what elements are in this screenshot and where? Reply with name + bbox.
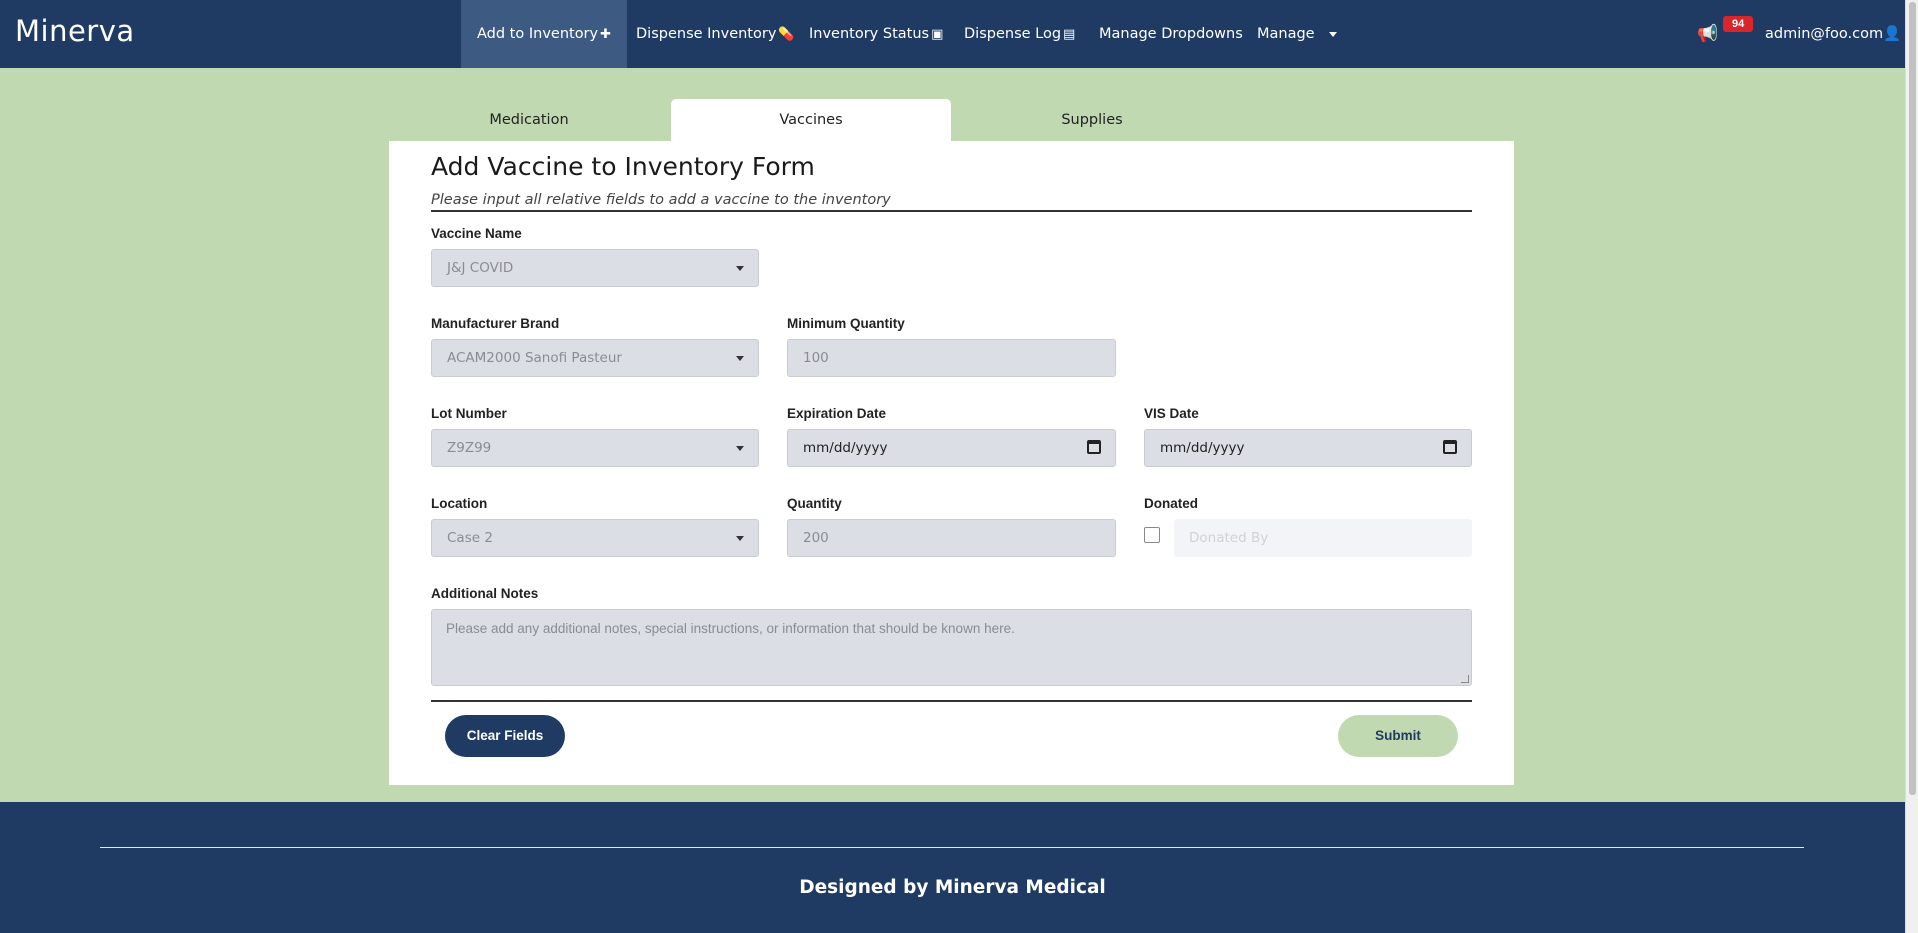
nav-inventory-status[interactable]: Inventory Status ▣ [793,0,959,68]
top-navbar: Minerva Add to Inventory ✚ Dispense Inven… [0,0,1905,68]
location-select[interactable]: Case 2 [431,519,759,557]
manufacturer-brand-value: ACAM2000 Sanofi Pasteur [447,350,622,366]
archive-icon: ▣ [931,27,944,42]
vaccine-name-select[interactable]: J&J COVID [431,249,759,287]
donated-checkbox[interactable] [1144,527,1160,543]
manufacturer-brand-label: Manufacturer Brand [431,316,560,331]
form-divider-top [431,210,1472,212]
user-email: admin@foo.com [1765,26,1884,42]
donated-by-input[interactable]: Donated By [1174,519,1472,557]
minimum-quantity-label: Minimum Quantity [787,316,905,331]
plus-icon: ✚ [600,27,612,42]
chevron-down-icon [1328,31,1337,37]
chevron-down-icon [736,356,744,361]
chevron-down-icon [736,536,744,541]
expiration-date-input[interactable]: mm/dd/yyyy [787,429,1116,467]
form-divider-bottom [431,700,1472,702]
additional-notes-textarea[interactable]: Please add any additional notes, special… [431,609,1472,686]
calendar-icon[interactable] [1443,440,1457,454]
lot-number-label: Lot Number [431,406,507,421]
expiration-date-label: Expiration Date [787,406,887,421]
additional-notes-label: Additional Notes [431,586,539,601]
page-scrollbar[interactable] [1905,0,1918,933]
vaccine-form-card: Add Vaccine to Inventory Form Please inp… [389,141,1514,785]
chevron-down-icon [736,446,744,451]
quantity-input[interactable]: 200 [787,519,1116,557]
nav-manage-label: Manage [1257,26,1315,42]
footer-credit: Designed by Minerva Medical [799,877,1106,898]
book-icon: ▤ [1063,27,1076,42]
lot-number-select[interactable]: Z9Z99 [431,429,759,467]
nav-manage-dropdowns[interactable]: Manage Dropdowns [1083,0,1259,68]
vis-date-label: VIS Date [1144,406,1199,421]
submit-button[interactable]: Submit [1338,715,1458,757]
nav-inventory-status-label: Inventory Status [809,26,930,42]
user-menu[interactable]: admin@foo.com👤 [1765,0,1901,68]
quantity-label: Quantity [787,496,842,511]
tab-supplies[interactable]: Supplies [952,99,1232,142]
vaccine-name-value: J&J COVID [447,260,514,276]
minimum-quantity-input[interactable]: 100 [787,339,1116,377]
megaphone-icon[interactable]: 📢 [1697,24,1718,44]
clear-fields-button[interactable]: Clear Fields [445,715,565,757]
footer-divider [100,847,1804,848]
scrollbar-thumb[interactable] [1909,2,1916,795]
additional-notes-placeholder: Please add any additional notes, special… [446,621,1015,636]
tab-medication[interactable]: Medication [389,99,669,142]
expiration-date-value: mm/dd/yyyy [803,440,888,456]
footer: Designed by Minerva Medical [0,802,1905,933]
nav-dispense-log[interactable]: Dispense Log ▤ [948,0,1091,68]
nav-dispense-log-label: Dispense Log [964,26,1062,42]
minimum-quantity-value: 100 [803,350,829,366]
nav-add-to-inventory[interactable]: Add to Inventory ✚ [461,0,628,68]
user-icon: 👤 [1883,26,1902,42]
manufacturer-brand-select[interactable]: ACAM2000 Sanofi Pasteur [431,339,759,377]
chevron-down-icon [736,266,744,271]
vis-date-input[interactable]: mm/dd/yyyy [1144,429,1472,467]
notification-badge: 94 [1723,16,1754,32]
location-value: Case 2 [447,530,493,546]
form-subtitle: Please input all relative fields to add … [431,192,891,208]
donated-label: Donated [1144,496,1198,511]
resize-handle-icon[interactable] [1461,675,1469,683]
calendar-icon[interactable] [1087,440,1101,454]
donated-by-placeholder: Donated By [1189,530,1269,546]
quantity-value: 200 [803,530,829,546]
nav-dispense-inventory-label: Dispense Inventory [636,26,777,42]
nav-add-to-inventory-label: Add to Inventory [477,26,599,42]
location-label: Location [431,496,488,511]
vaccine-name-label: Vaccine Name [431,226,522,241]
tab-vaccines[interactable]: Vaccines [671,99,951,142]
brand-logo[interactable]: Minerva [15,14,135,48]
form-title: Add Vaccine to Inventory Form [431,152,815,181]
lot-number-value: Z9Z99 [447,440,492,456]
vis-date-value: mm/dd/yyyy [1160,440,1245,456]
nav-manage-dropdowns-label: Manage Dropdowns [1099,26,1243,42]
nav-manage-dropdown[interactable]: Manage [1241,0,1353,68]
nav-dispense-inventory[interactable]: Dispense Inventory 💊 [620,0,811,68]
